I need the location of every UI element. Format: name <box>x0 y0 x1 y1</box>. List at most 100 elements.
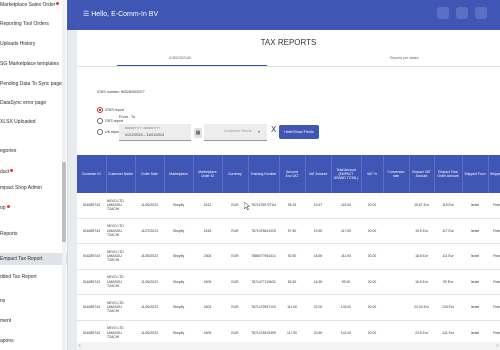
table-header-cell[interactable]: Empact Total Order Amount <box>434 155 463 193</box>
table-cell: 7871472597103 <box>248 294 279 321</box>
table-row[interactable]: 516289743 NEVO LTD UMASGU TZACHI 11/26/202… <box>77 243 500 270</box>
table-header-cell[interactable]: Tracking Number <box>248 155 280 193</box>
sidebar-item[interactable]: Uploads History <box>0 41 67 47</box>
table-header-cell[interactable]: Conversion rate <box>383 155 410 193</box>
sidebar-item[interactable]: ns <box>0 298 67 304</box>
table-cell: France <box>488 269 500 295</box>
table-cell: 92.50 <box>279 243 305 270</box>
tax-report-table-container: Customer ID Customer Name Order Date Market… <box>77 155 500 350</box>
sidebar-item-label: duct <box>0 169 10 175</box>
table-cell: EUR <box>222 243 248 270</box>
sidebar-item[interactable]: XLSX Uploaded <box>0 119 67 125</box>
table-cell <box>383 243 409 270</box>
table-header-cell[interactable]: Marketplace <box>164 155 194 193</box>
table-cell: 7886077964314 <box>248 243 279 270</box>
sidebar-item-label: DataSync error page <box>0 100 47 106</box>
table-cell: Shopify <box>164 294 193 321</box>
table-header-row: Customer ID Customer Name Order Date Market… <box>77 155 500 193</box>
table-cell: NEVO LTD UMASGU TZACHI <box>106 218 135 244</box>
sidebar-item-label: Uploads History <box>0 41 36 47</box>
table-cell: 516289743 <box>77 243 106 270</box>
table-horizontal-scrollbar[interactable]: ‹ › <box>77 342 500 350</box>
table-header-cell[interactable]: Shipped From <box>462 155 489 193</box>
table-header-cell[interactable]: Total Amount (EMPACT GRAND TOTAL) <box>331 155 362 193</box>
sidebar-scroll-thumb[interactable] <box>62 162 66 242</box>
table-header-cell[interactable]: Order Date <box>135 155 165 193</box>
tab-ioss-oss-uk[interactable]: IOSS/OSS/UK <box>169 56 192 60</box>
sidebar-item[interactable]: Reports <box>0 231 67 237</box>
profile-button[interactable] <box>475 7 487 19</box>
table-cell <box>383 269 409 295</box>
notification-dot-icon <box>56 2 60 5</box>
table-cell: EUR <box>222 269 248 295</box>
hide-show-fields-button[interactable]: Hide/Show Fields <box>279 125 319 139</box>
table-header-cell[interactable]: VAT Amount <box>305 155 332 193</box>
table-cell: 516289743 <box>77 294 106 321</box>
table-header-cell[interactable]: Customer Name <box>106 155 136 193</box>
tax-report-table: Customer ID Customer Name Order Date Market… <box>77 155 500 346</box>
sidebar-item[interactable]: DataSync error page <box>0 100 67 106</box>
table-cell: 115.00 <box>331 193 361 219</box>
table-cell: 516289743 <box>77 269 106 295</box>
sidebar-item-label: egories <box>0 148 17 154</box>
sidebar-item[interactable]: egories <box>0 148 67 154</box>
sidebar-item[interactable]: ment <box>0 318 67 324</box>
table-header-cell[interactable]: Customer ID <box>77 155 107 193</box>
radio-icon <box>97 118 103 124</box>
notifications-button[interactable] <box>456 7 468 19</box>
table-cell: 99.00 <box>331 269 361 295</box>
table-cell: 20.00 <box>361 269 383 295</box>
calendar-icon[interactable]: ▦ <box>194 128 202 138</box>
sidebar-scrollbar[interactable] <box>62 0 66 350</box>
table-row[interactable]: 516289743 NEVO LTD UMASGU TZACHI 11/26/202… <box>77 193 500 219</box>
sidebar-item[interactable]: dded Tax Report <box>0 274 67 280</box>
sidebar-item[interactable]: Marketplace Sales Order <box>0 2 67 8</box>
customer-name-select[interactable]: Customer Name ▾ <box>204 124 267 141</box>
table-header-cell[interactable]: VAT % <box>361 155 384 193</box>
table-cell: 20.00 <box>361 193 383 219</box>
table-cell: NEVO LTD UMASGU TZACHI <box>106 243 135 270</box>
table-cell: EUR <box>222 294 248 321</box>
table-cell: Shopify <box>164 218 193 244</box>
table-cell: Shopify <box>164 193 193 219</box>
table-row[interactable]: 516289743 NEVO LTD UMASGU TZACHI 11/26/202… <box>77 269 500 295</box>
sidebar-item[interactable]: duct <box>0 169 67 175</box>
table-cell: 11/26/2023 <box>135 294 164 321</box>
table-cell: 11/27/2023 <box>135 218 164 244</box>
sidebar-item[interactable]: mpact Shop Admin <box>0 185 67 191</box>
clear-filter-button[interactable]: X <box>271 125 276 134</box>
table-cell <box>383 218 409 244</box>
table-header-cell[interactable]: Currency <box>222 155 249 193</box>
radio-ioss-report[interactable]: IOSS report <box>97 107 124 113</box>
date-range-input[interactable]: DD/MM/YYYY - DD/MM/YYYY 01/12/2023 – 31/… <box>119 124 191 141</box>
table-cell: 16.50 <box>305 269 331 295</box>
table-row[interactable]: 516289743 NEVO LTD UMASGU TZACHI 11/27/202… <box>77 218 500 244</box>
table-cell: 97.50 <box>279 218 305 244</box>
sidebar-item[interactable]: Reporting Tool Orders <box>0 21 67 27</box>
tab-reports-per-states[interactable]: Reports per states <box>390 56 419 60</box>
table-cell: 133 Eur <box>434 294 462 321</box>
sidebar-item-label: Reporting Tool Orders <box>0 21 49 27</box>
sidebar-item[interactable]: SG Marketplace templates <box>0 61 67 67</box>
menu-icon[interactable]: ☰ <box>83 11 89 18</box>
table-cell: 2403 <box>193 294 222 321</box>
sidebar-item[interactable]: op <box>0 205 67 211</box>
scroll-left-icon[interactable]: ‹ <box>79 343 81 349</box>
table-cell: 11/26/2023 <box>135 193 164 219</box>
settings-button[interactable] <box>437 7 449 19</box>
sidebar-item-label: Pending Data To Sync page <box>0 81 62 87</box>
table-cell: 20.00 <box>361 294 383 321</box>
sidebar-item[interactable]: apons <box>0 338 67 344</box>
table-cell: 99 Eur <box>434 269 462 295</box>
table-header-cell[interactable]: Shipped To <box>488 155 500 193</box>
ioss-number: IOSS number: IM3260003377 <box>97 90 145 94</box>
scroll-right-icon[interactable]: › <box>496 343 498 349</box>
table-header-cell[interactable]: Amount Exc.VAT <box>279 155 306 193</box>
sidebar-item[interactable]: Empact Tax Report <box>0 253 67 265</box>
table-header-cell[interactable]: Empact VAT Amount <box>409 155 435 193</box>
table-header-cell[interactable]: Marketplace Order ID <box>193 155 223 193</box>
sidebar-item[interactable]: Pending Data To Sync page <box>0 81 67 87</box>
table-cell: 7871477119632 <box>248 269 279 295</box>
table-row[interactable]: 516289743 NEVO LTD UMASGU TZACHI 11/26/202… <box>77 294 500 321</box>
radio-uk-report[interactable]: UK report <box>97 129 120 135</box>
